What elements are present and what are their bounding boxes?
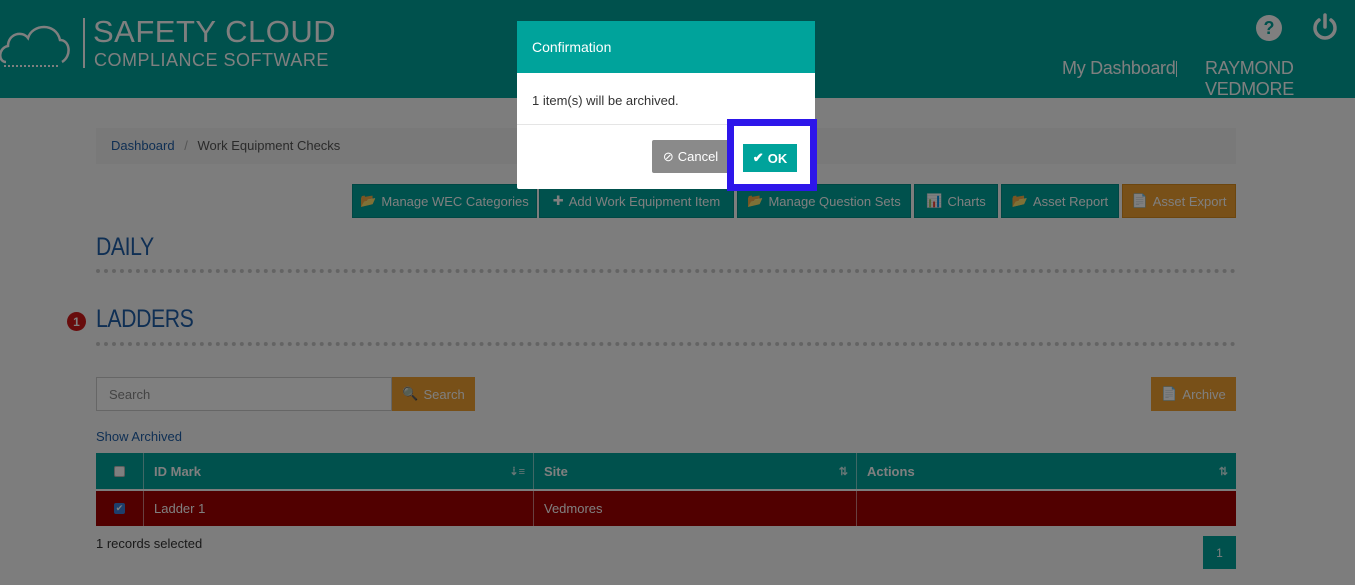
button-label: OK — [767, 150, 788, 166]
ok-button[interactable]: ✔ OK — [741, 142, 799, 174]
ban-icon: ⊘ — [662, 148, 674, 164]
modal-title: Confirmation — [517, 21, 815, 73]
confirmation-modal: Confirmation 1 item(s) will be archived.… — [517, 21, 817, 191]
button-label: Cancel — [677, 149, 719, 164]
modal-message: 1 item(s) will be archived. — [517, 73, 815, 125]
cancel-button[interactable]: ⊘ Cancel — [652, 140, 729, 173]
check-icon: ✔ — [752, 150, 764, 165]
